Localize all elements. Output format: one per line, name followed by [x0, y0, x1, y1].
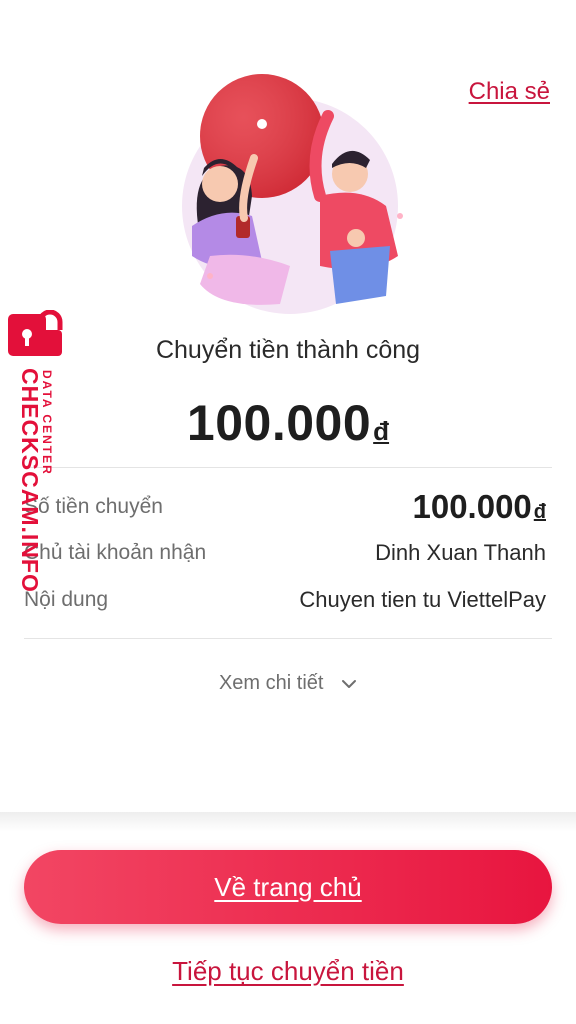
- view-details-toggle[interactable]: Xem chi tiết: [0, 672, 576, 695]
- status-title: Chuyển tiền thành công: [155, 336, 421, 364]
- share-link[interactable]: Chia sẻ: [469, 78, 550, 106]
- view-details-label: Xem chi tiết: [218, 672, 324, 694]
- success-illustration: [182, 74, 403, 314]
- detail-value: Chuyen tien tu ViettelPay: [299, 587, 546, 612]
- chevron-down-icon: [342, 679, 357, 688]
- watermark-sub-text: DATA CENTER: [40, 370, 54, 476]
- detail-row-recipient: Chủ tài khoản nhận Dinh Xuan Thanh: [24, 540, 546, 566]
- detail-amount-value: 100.000: [412, 488, 532, 525]
- continue-transfer-link[interactable]: Tiếp tục chuyển tiền: [0, 956, 576, 987]
- detail-value: 100.000 đ: [412, 488, 546, 526]
- detail-row-amount: Số tiền chuyển 100.000 đ: [24, 488, 546, 526]
- currency-symbol: đ: [533, 501, 546, 523]
- home-button[interactable]: Về trang chủ: [24, 850, 552, 924]
- divider: [24, 467, 552, 468]
- detail-value: Dinh Xuan Thanh: [375, 540, 546, 565]
- footer-separator: [0, 812, 576, 832]
- watermark: CHECKSCAM.INFO DATA CENTER: [2, 306, 66, 596]
- divider: [24, 638, 552, 639]
- amount-value: 100.000: [186, 395, 372, 451]
- currency-symbol: đ: [373, 416, 390, 446]
- transfer-amount: 100.000đ: [0, 394, 576, 452]
- lock-icon: [8, 310, 63, 356]
- watermark-main-text: CHECKSCAM.INFO: [17, 368, 43, 593]
- detail-row-content: Nội dung Chuyen tien tu ViettelPay: [24, 587, 546, 613]
